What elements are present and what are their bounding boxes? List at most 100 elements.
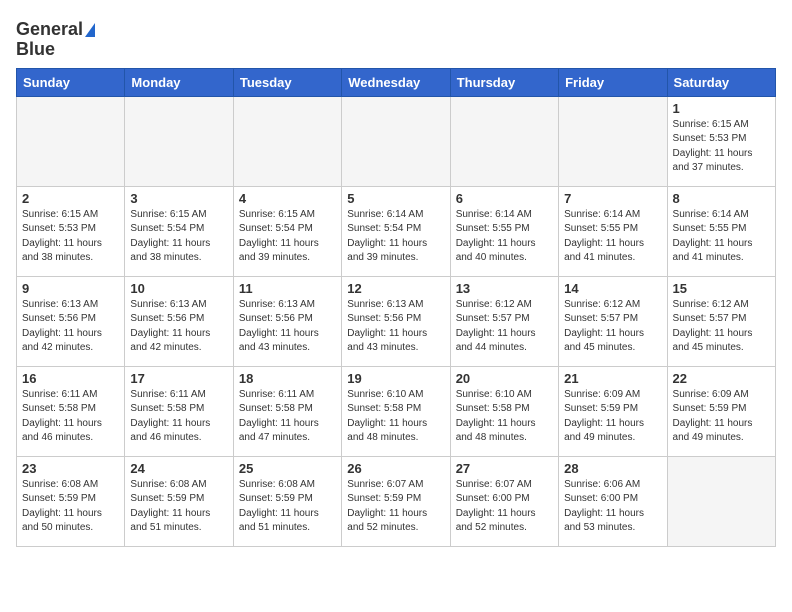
calendar-cell: 28 Sunrise: 6:06 AMSunset: 6:00 PMDayligh… (559, 456, 667, 546)
day-info: Sunrise: 6:13 AMSunset: 5:56 PMDaylight:… (239, 298, 336, 356)
day-info: Sunrise: 6:10 AMSunset: 5:58 PMDaylight:… (456, 388, 553, 446)
day-number: 5 (347, 191, 444, 206)
day-number: 21 (564, 371, 661, 386)
day-number: 1 (673, 101, 770, 116)
day-info: Sunrise: 6:11 AMSunset: 5:58 PMDaylight:… (130, 388, 227, 446)
logo-text-general: General (16, 20, 83, 40)
col-header-friday: Friday (559, 68, 667, 96)
day-info: Sunrise: 6:08 AMSunset: 5:59 PMDaylight:… (239, 478, 336, 536)
day-info: Sunrise: 6:09 AMSunset: 5:59 PMDaylight:… (564, 388, 661, 446)
day-number: 26 (347, 461, 444, 476)
calendar-cell: 16 Sunrise: 6:11 AMSunset: 5:58 PMDayligh… (17, 366, 125, 456)
day-info: Sunrise: 6:15 AMSunset: 5:54 PMDaylight:… (130, 208, 227, 266)
day-info: Sunrise: 6:15 AMSunset: 5:53 PMDaylight:… (22, 208, 119, 266)
calendar-cell: 22 Sunrise: 6:09 AMSunset: 5:59 PMDayligh… (667, 366, 775, 456)
day-number: 18 (239, 371, 336, 386)
day-info: Sunrise: 6:12 AMSunset: 5:57 PMDaylight:… (564, 298, 661, 356)
calendar-cell: 18 Sunrise: 6:11 AMSunset: 5:58 PMDayligh… (233, 366, 341, 456)
calendar-cell: 13 Sunrise: 6:12 AMSunset: 5:57 PMDayligh… (450, 276, 558, 366)
logo-text-blue: Blue (16, 40, 55, 60)
day-number: 2 (22, 191, 119, 206)
day-info: Sunrise: 6:09 AMSunset: 5:59 PMDaylight:… (673, 388, 770, 446)
day-number: 25 (239, 461, 336, 476)
calendar-header-row: SundayMondayTuesdayWednesdayThursdayFrid… (17, 68, 776, 96)
calendar-table: SundayMondayTuesdayWednesdayThursdayFrid… (16, 68, 776, 547)
day-number: 10 (130, 281, 227, 296)
week-row-5: 23 Sunrise: 6:08 AMSunset: 5:59 PMDayligh… (17, 456, 776, 546)
calendar-cell: 4 Sunrise: 6:15 AMSunset: 5:54 PMDaylight… (233, 186, 341, 276)
calendar-cell: 21 Sunrise: 6:09 AMSunset: 5:59 PMDayligh… (559, 366, 667, 456)
calendar-cell: 5 Sunrise: 6:14 AMSunset: 5:54 PMDaylight… (342, 186, 450, 276)
calendar-cell: 6 Sunrise: 6:14 AMSunset: 5:55 PMDaylight… (450, 186, 558, 276)
calendar-cell: 10Sunrise: 6:13 AMSunset: 5:56 PMDayligh… (125, 276, 233, 366)
col-header-tuesday: Tuesday (233, 68, 341, 96)
day-info: Sunrise: 6:12 AMSunset: 5:57 PMDaylight:… (456, 298, 553, 356)
page-header: General Blue (16, 16, 776, 60)
day-number: 9 (22, 281, 119, 296)
day-number: 13 (456, 281, 553, 296)
calendar-cell: 23 Sunrise: 6:08 AMSunset: 5:59 PMDayligh… (17, 456, 125, 546)
col-header-saturday: Saturday (667, 68, 775, 96)
calendar-cell (450, 96, 558, 186)
week-row-1: 1 Sunrise: 6:15 AMSunset: 5:53 PMDaylight… (17, 96, 776, 186)
calendar-cell: 24Sunrise: 6:08 AMSunset: 5:59 PMDayligh… (125, 456, 233, 546)
day-number: 23 (22, 461, 119, 476)
day-number: 7 (564, 191, 661, 206)
logo: General Blue (16, 20, 95, 60)
day-number: 14 (564, 281, 661, 296)
day-info: Sunrise: 6:13 AMSunset: 5:56 PMDaylight:… (22, 298, 119, 356)
calendar-cell: 3 Sunrise: 6:15 AMSunset: 5:54 PMDaylight… (125, 186, 233, 276)
week-row-2: 2 Sunrise: 6:15 AMSunset: 5:53 PMDaylight… (17, 186, 776, 276)
day-info: Sunrise: 6:11 AMSunset: 5:58 PMDaylight:… (22, 388, 119, 446)
calendar-cell: 15 Sunrise: 6:12 AMSunset: 5:57 PMDayligh… (667, 276, 775, 366)
day-number: 16 (22, 371, 119, 386)
calendar-cell: 14 Sunrise: 6:12 AMSunset: 5:57 PMDayligh… (559, 276, 667, 366)
day-info: Sunrise: 6:15 AMSunset: 5:54 PMDaylight:… (239, 208, 336, 266)
day-number: 22 (673, 371, 770, 386)
day-number: 11 (239, 281, 336, 296)
day-number: 12 (347, 281, 444, 296)
day-info: Sunrise: 6:12 AMSunset: 5:57 PMDaylight:… (673, 298, 770, 356)
day-number: 4 (239, 191, 336, 206)
col-header-wednesday: Wednesday (342, 68, 450, 96)
day-info: Sunrise: 6:15 AMSunset: 5:53 PMDaylight:… (673, 118, 770, 176)
calendar-cell (233, 96, 341, 186)
day-number: 24 (130, 461, 227, 476)
day-number: 19 (347, 371, 444, 386)
day-number: 28 (564, 461, 661, 476)
week-row-4: 16 Sunrise: 6:11 AMSunset: 5:58 PMDayligh… (17, 366, 776, 456)
day-number: 8 (673, 191, 770, 206)
day-info: Sunrise: 6:14 AMSunset: 5:54 PMDaylight:… (347, 208, 444, 266)
calendar-cell: 25 Sunrise: 6:08 AMSunset: 5:59 PMDayligh… (233, 456, 341, 546)
day-info: Sunrise: 6:14 AMSunset: 5:55 PMDaylight:… (564, 208, 661, 266)
logo-triangle-icon (85, 23, 95, 37)
calendar-cell (125, 96, 233, 186)
calendar-cell: 19 Sunrise: 6:10 AMSunset: 5:58 PMDayligh… (342, 366, 450, 456)
calendar-cell: 26 Sunrise: 6:07 AMSunset: 5:59 PMDayligh… (342, 456, 450, 546)
col-header-sunday: Sunday (17, 68, 125, 96)
calendar-cell (667, 456, 775, 546)
day-info: Sunrise: 6:08 AMSunset: 5:59 PMDaylight:… (22, 478, 119, 536)
day-info: Sunrise: 6:11 AMSunset: 5:58 PMDaylight:… (239, 388, 336, 446)
day-info: Sunrise: 6:14 AMSunset: 5:55 PMDaylight:… (456, 208, 553, 266)
col-header-thursday: Thursday (450, 68, 558, 96)
day-number: 6 (456, 191, 553, 206)
calendar-cell: 27 Sunrise: 6:07 AMSunset: 6:00 PMDayligh… (450, 456, 558, 546)
calendar-cell: 8Sunrise: 6:14 AMSunset: 5:55 PMDaylight… (667, 186, 775, 276)
calendar-cell (559, 96, 667, 186)
day-number: 3 (130, 191, 227, 206)
day-number: 27 (456, 461, 553, 476)
day-number: 15 (673, 281, 770, 296)
day-info: Sunrise: 6:13 AMSunset: 5:56 PMDaylight:… (347, 298, 444, 356)
calendar-cell: 20 Sunrise: 6:10 AMSunset: 5:58 PMDayligh… (450, 366, 558, 456)
calendar-cell: 1 Sunrise: 6:15 AMSunset: 5:53 PMDaylight… (667, 96, 775, 186)
day-info: Sunrise: 6:06 AMSunset: 6:00 PMDaylight:… (564, 478, 661, 536)
day-info: Sunrise: 6:10 AMSunset: 5:58 PMDaylight:… (347, 388, 444, 446)
week-row-3: 9 Sunrise: 6:13 AMSunset: 5:56 PMDaylight… (17, 276, 776, 366)
day-number: 17 (130, 371, 227, 386)
day-info: Sunrise: 6:07 AMSunset: 5:59 PMDaylight:… (347, 478, 444, 536)
day-number: 20 (456, 371, 553, 386)
day-info: Sunrise: 6:07 AMSunset: 6:00 PMDaylight:… (456, 478, 553, 536)
calendar-cell: 12 Sunrise: 6:13 AMSunset: 5:56 PMDayligh… (342, 276, 450, 366)
calendar-cell (17, 96, 125, 186)
